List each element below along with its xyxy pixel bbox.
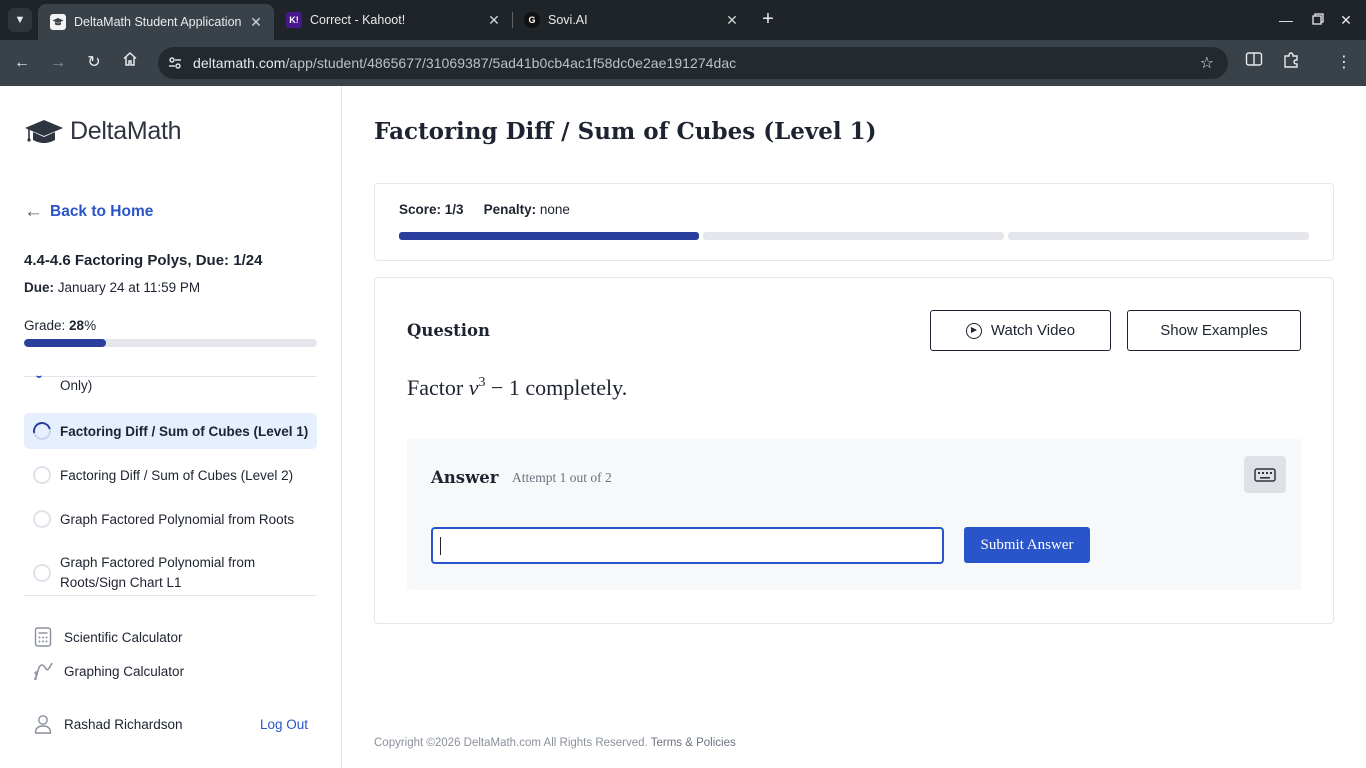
empty-ring-icon (33, 510, 51, 528)
deltamath-favicon-icon (50, 14, 66, 30)
skill-label: Graph Factored Polynomial from Roots/Sig… (60, 555, 256, 590)
score-card: Score: 1/3 Penalty: none (374, 183, 1334, 261)
reload-icon[interactable]: ↻ (82, 51, 106, 75)
tool-label: Scientific Calculator (64, 629, 183, 645)
skill-item-graph-from-roots[interactable]: Graph Factored Polynomial from Roots (24, 501, 317, 537)
skill-label: Factoring Diff / Sum of Cubes (Level 1) (60, 423, 309, 439)
reading-mode-icon[interactable] (1242, 51, 1266, 75)
more-menu-icon[interactable]: ⋮ (1332, 51, 1356, 75)
answer-area: Answer Attempt 1 out of 2 Submit Answer (407, 439, 1302, 590)
watch-video-label: Watch Video (990, 322, 1076, 339)
graphing-calculator-link[interactable]: Graphing Calculator (32, 661, 184, 681)
restore-icon[interactable] (1306, 8, 1330, 32)
grade-text: Grade: 28% (24, 318, 97, 333)
scientific-calculator-link[interactable]: Scientific Calculator (32, 627, 183, 647)
log-out-link[interactable]: Log Out (260, 717, 308, 732)
sidebar: DeltaMath ← Back to Home 4.4-4.6 Factori… (0, 86, 342, 768)
score-segment (1008, 232, 1309, 240)
attempt-counter: Attempt 1 out of 2 (512, 470, 612, 485)
bookmark-star-icon[interactable]: ☆ (1200, 53, 1214, 73)
footer: Copyright ©2026 DeltaMath.com All Rights… (374, 737, 736, 749)
skill-label: Graph Factored Polynomial from Roots (60, 511, 295, 527)
url-text: deltamath.com/app/student/4865677/310693… (193, 55, 737, 71)
tab-kahoot[interactable]: K! Correct - Kahoot! ✕ (274, 4, 512, 36)
question-label: Question (407, 321, 491, 340)
user-avatar-icon (34, 714, 54, 734)
close-tab-icon[interactable]: ✕ (486, 12, 502, 29)
question-card: Question Watch Video Show Examples Facto… (374, 277, 1334, 624)
copyright-text: Copyright ©2026 DeltaMath.com All Rights… (374, 737, 648, 749)
tab-title: Sovi.AI (548, 13, 588, 27)
empty-ring-icon (33, 564, 51, 582)
tab-sovi[interactable]: G Sovi.AI ✕ (512, 4, 750, 36)
question-text: Factor v3 − 1 completely. (407, 375, 628, 400)
tab-title: Correct - Kahoot! (310, 13, 406, 27)
kahoot-favicon-icon: K! (286, 12, 302, 28)
progress-ring-icon (29, 418, 55, 444)
partial-status-icon (36, 374, 42, 378)
grade-progress-bar (24, 339, 317, 347)
forward-arrow-icon[interactable]: → (46, 51, 70, 75)
text-caret (440, 536, 441, 555)
sovi-favicon-icon: G (524, 12, 540, 28)
show-examples-button[interactable]: Show Examples (1127, 310, 1301, 351)
answer-label: Answer (431, 468, 499, 487)
skill-item-cubes-level-1[interactable]: Factoring Diff / Sum of Cubes (Level 1) (24, 413, 317, 449)
close-tab-icon[interactable]: ✕ (724, 12, 740, 29)
user-profile: Rashad Richardson (34, 714, 183, 734)
due-date: Due: January 24 at 11:59 PM (24, 280, 201, 295)
deltamath-logo[interactable]: DeltaMath (24, 117, 182, 146)
browser-toolbar: ← → ↻ deltamath.com/app/student/4865677/… (0, 40, 1366, 86)
watch-video-button[interactable]: Watch Video (930, 310, 1111, 351)
extensions-icon[interactable] (1279, 51, 1303, 75)
back-arrow-icon[interactable]: ← (10, 51, 34, 75)
keyboard-icon (1254, 467, 1276, 482)
tab-deltamath[interactable]: DeltaMath Student Application ✕ (38, 4, 274, 40)
skill-item-graph-sign-chart[interactable]: Graph Factored Polynomial from Roots/Sig… (24, 551, 317, 595)
skill-label: Factoring Diff / Sum of Cubes (Level 2) (60, 467, 294, 483)
answer-input[interactable] (431, 527, 944, 564)
chevron-down-icon: ▼ (14, 14, 26, 26)
play-circle-icon (965, 322, 982, 339)
score-segment (399, 232, 699, 240)
calculator-icon (32, 627, 54, 647)
home-icon[interactable] (118, 51, 142, 75)
grade-progress-fill (24, 339, 107, 347)
close-window-icon[interactable]: ✕ (1334, 8, 1358, 32)
skill-list-divider (24, 595, 317, 596)
address-bar[interactable]: deltamath.com/app/student/4865677/310693… (158, 47, 1228, 79)
score-line: Score: 1/3 Penalty: none (399, 202, 570, 217)
graduation-cap-icon (25, 119, 63, 143)
graph-icon (32, 661, 54, 681)
minimize-icon[interactable]: — (1274, 8, 1298, 32)
assignment-title: 4.4-4.6 Factoring Polys, Due: 1/24 (24, 252, 263, 269)
close-tab-icon[interactable]: ✕ (248, 14, 264, 31)
skill-item-partial[interactable]: Only) (60, 378, 92, 393)
show-examples-label: Show Examples (1160, 322, 1268, 339)
user-name: Rashad Richardson (64, 716, 183, 732)
back-label: Back to Home (50, 203, 154, 220)
tab-search-button[interactable]: ▼ (8, 8, 32, 32)
score-segment (703, 232, 1004, 240)
math-keyboard-button[interactable] (1244, 456, 1286, 493)
tool-label: Graphing Calculator (64, 663, 185, 679)
new-tab-icon[interactable]: + (758, 8, 778, 32)
back-to-home-link[interactable]: ← Back to Home (24, 201, 153, 223)
arrow-left-icon: ← (24, 201, 43, 222)
browser-tab-bar: ▼ DeltaMath Student Application ✕ K! Cor… (0, 0, 1366, 40)
terms-link[interactable]: Terms & Policies (651, 737, 736, 749)
empty-ring-icon (33, 466, 51, 484)
submit-answer-button[interactable]: Submit Answer (964, 527, 1090, 563)
skill-list-divider (24, 376, 317, 377)
logo-text: DeltaMath (70, 117, 182, 145)
tab-title: DeltaMath Student Application (74, 15, 242, 29)
skill-item-cubes-level-2[interactable]: Factoring Diff / Sum of Cubes (Level 2) (24, 457, 317, 493)
site-info-icon[interactable] (160, 48, 190, 78)
page-title: Factoring Diff / Sum of Cubes (Level 1) (374, 118, 877, 145)
